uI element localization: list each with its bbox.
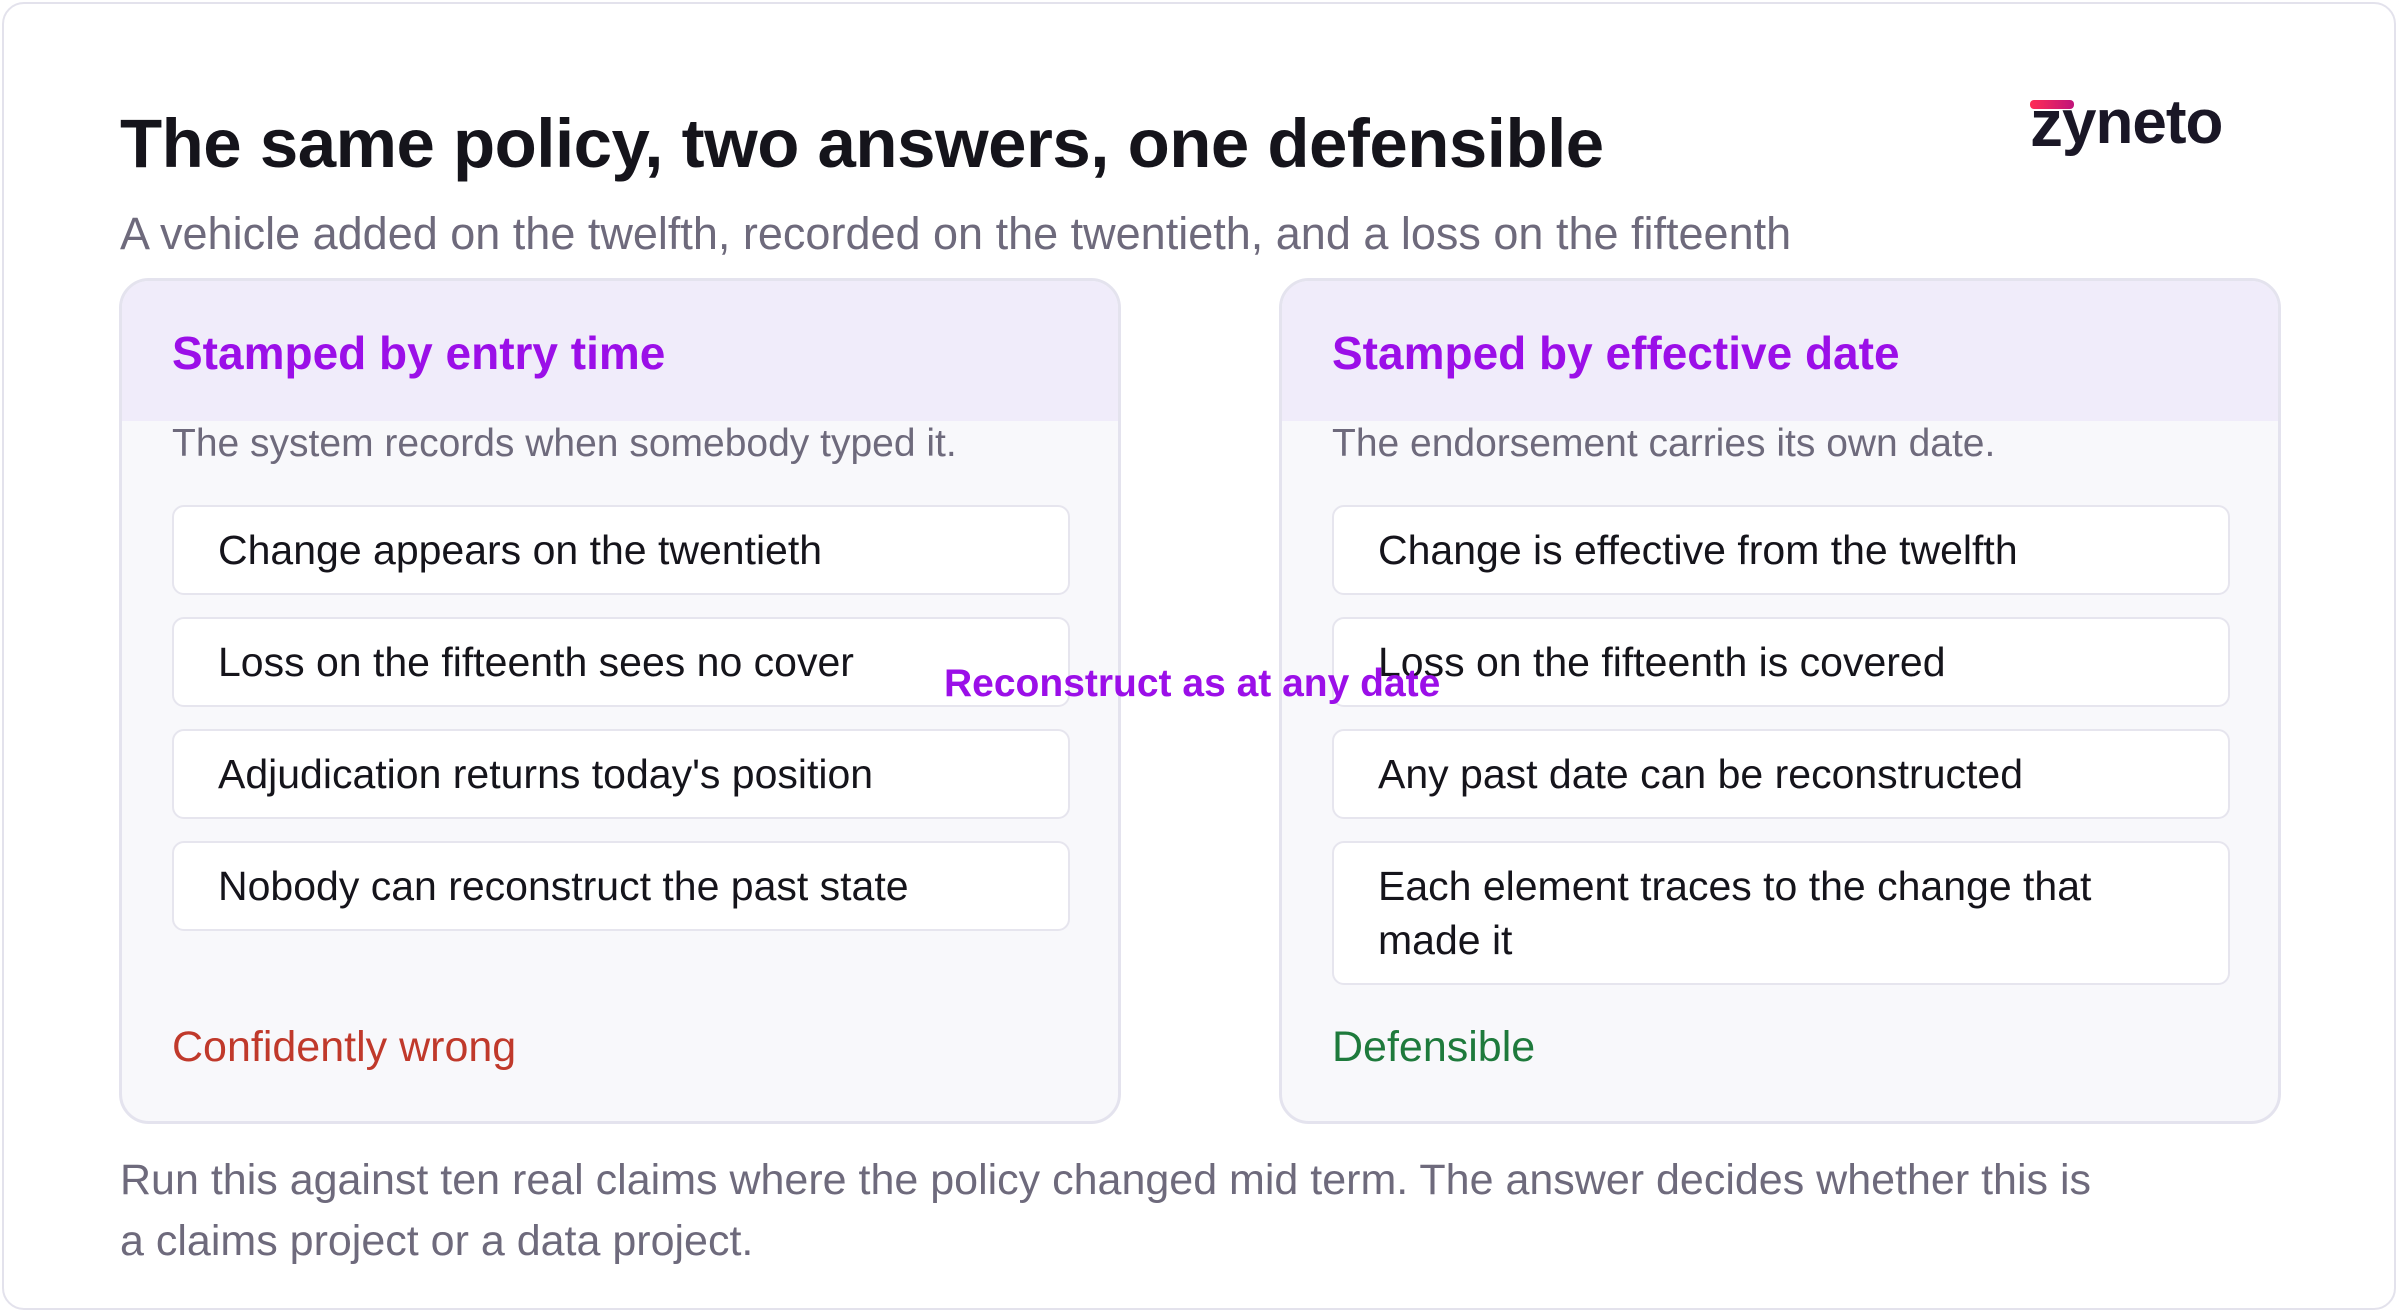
card-title: Stamped by effective date [1332,327,1900,379]
card-title: Stamped by entry time [172,327,666,379]
card-items: Change is effective from the twelfth Los… [1332,505,2230,1007]
logo-mark: z [2030,86,2074,160]
list-item: Nobody can reconstruct the past state [172,841,1070,931]
list-item: Change is effective from the twelfth [1332,505,2230,595]
card-header: Stamped by entry time [122,281,1118,421]
logo-wordmark: yneto [2062,88,2223,157]
footer-note: Run this against ten real claims where t… [120,1156,2092,1265]
card-items: Change appears on the twentieth Loss on … [172,505,1070,953]
card-description: The system records when somebody typed i… [172,422,957,465]
list-item: Loss on the fifteenth is covered [1332,617,2230,707]
page-title: The same policy, two answers, one defens… [120,105,1604,182]
list-item: Each element traces to the change that m… [1332,841,2230,985]
page-subtitle: A vehicle added on the twelfth, recorded… [120,208,1792,259]
card-header: Stamped by effective date [1282,281,2278,421]
card-description: The endorsement carries its own date. [1332,422,1996,465]
zyneto-logo: z yneto [2030,82,2270,164]
list-item: Any past date can be reconstructed [1332,729,2230,819]
list-item: Change appears on the twentieth [172,505,1070,595]
list-item: Loss on the fifteenth sees no cover [172,617,1070,707]
list-item: Adjudication returns today's position [172,729,1070,819]
card-verdict: Confidently wrong [172,1023,517,1071]
connector-label: Reconstruct as at any date [944,662,1441,705]
card-verdict: Defensible [1332,1023,1536,1071]
